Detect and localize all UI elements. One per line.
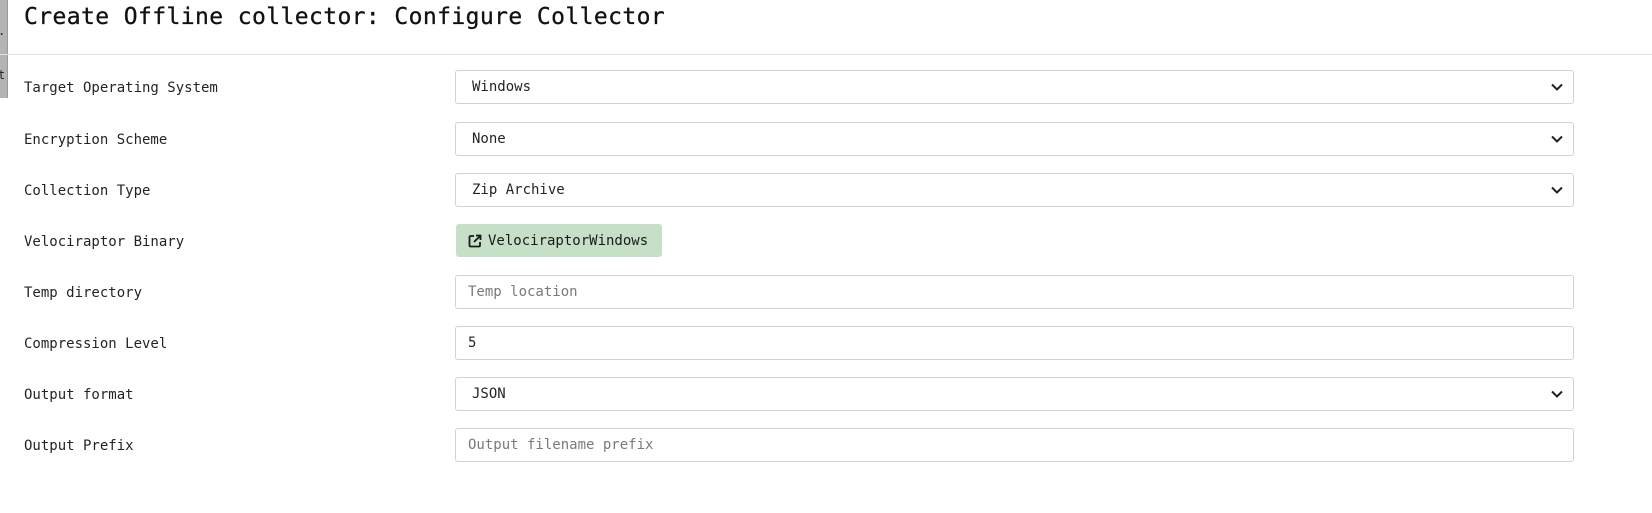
page-header: Create Offline collector: Configure Coll… bbox=[0, 0, 1652, 55]
compression-label: Compression Level bbox=[24, 336, 168, 352]
compression-value: 5 bbox=[468, 335, 477, 351]
form-row-output-prefix: Output Prefix Output filename prefix bbox=[0, 428, 1652, 464]
output-prefix-placeholder: Output filename prefix bbox=[468, 437, 654, 453]
chevron-down-icon bbox=[1551, 390, 1563, 398]
output-format-label: Output format bbox=[24, 387, 134, 403]
velociraptor-binary-button-label: VelociraptorWindows bbox=[488, 232, 649, 249]
target-os-value: Windows bbox=[472, 79, 532, 95]
binary-label: Velociraptor Binary bbox=[24, 234, 185, 250]
form-row-encryption: Encryption Scheme None bbox=[0, 122, 1652, 158]
encryption-select[interactable]: None bbox=[455, 122, 1574, 156]
external-link-icon bbox=[468, 234, 482, 247]
collection-type-select[interactable]: Zip Archive bbox=[455, 173, 1574, 207]
output-prefix-label: Output Prefix bbox=[24, 438, 134, 454]
encryption-label: Encryption Scheme bbox=[24, 132, 168, 148]
collection-type-value: Zip Archive bbox=[472, 182, 565, 198]
chevron-down-icon bbox=[1551, 135, 1563, 143]
output-format-value: JSON bbox=[472, 386, 506, 402]
form-row-binary: Velociraptor Binary VelociraptorWindows bbox=[0, 224, 1652, 260]
temp-dir-placeholder: Temp location bbox=[468, 284, 578, 300]
encryption-value: None bbox=[472, 131, 506, 147]
velociraptor-binary-button[interactable]: VelociraptorWindows bbox=[456, 224, 663, 257]
output-format-select[interactable]: JSON bbox=[455, 377, 1574, 411]
output-prefix-input[interactable]: Output filename prefix bbox=[455, 428, 1574, 462]
temp-dir-label: Temp directory bbox=[24, 285, 143, 301]
form-row-temp-dir: Temp directory Temp location bbox=[0, 275, 1652, 311]
compression-input[interactable]: 5 bbox=[455, 326, 1574, 360]
collection-type-label: Collection Type bbox=[24, 183, 151, 199]
form-row-target-os: Target Operating System Windows bbox=[0, 70, 1652, 106]
form-row-compression: Compression Level 5 bbox=[0, 326, 1652, 362]
temp-dir-input[interactable]: Temp location bbox=[455, 275, 1574, 309]
chevron-down-icon bbox=[1551, 83, 1563, 91]
form-row-output-format: Output format JSON bbox=[0, 377, 1652, 413]
chevron-down-icon bbox=[1551, 186, 1563, 194]
form-row-collection-type: Collection Type Zip Archive bbox=[0, 173, 1652, 209]
page-title: Create Offline collector: Configure Coll… bbox=[24, 4, 666, 30]
target-os-select[interactable]: Windows bbox=[455, 70, 1574, 104]
target-os-label: Target Operating System bbox=[24, 80, 218, 96]
